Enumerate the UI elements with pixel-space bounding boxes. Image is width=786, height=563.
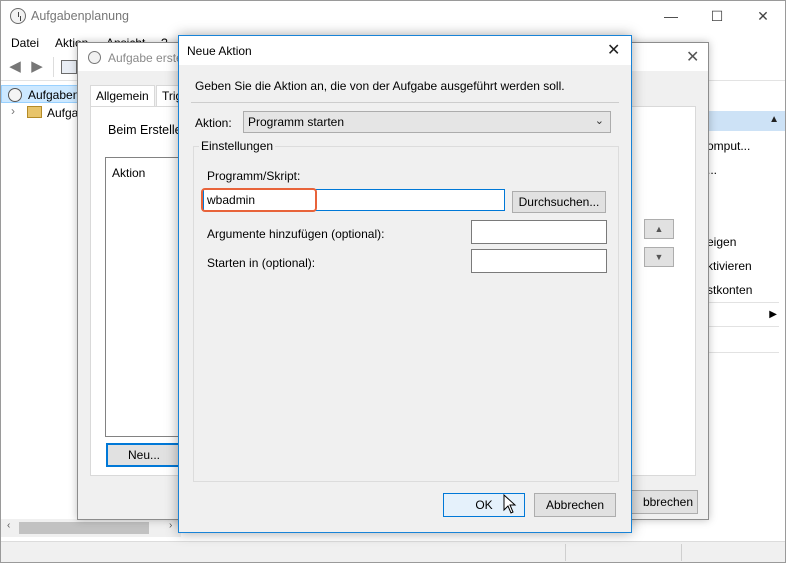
status-separator xyxy=(681,544,682,561)
clock-icon xyxy=(88,51,101,64)
status-bar xyxy=(1,541,785,562)
chevron-right-icon[interactable]: › xyxy=(11,104,15,118)
scroll-thumb[interactable] xyxy=(19,522,149,534)
actions-list-header: Aktion xyxy=(112,166,146,180)
new-action-button[interactable]: Neu... xyxy=(106,443,182,467)
console-tree-icon[interactable] xyxy=(61,60,77,74)
chevron-down-icon[interactable]: ⌄ xyxy=(595,114,604,127)
action-item[interactable]: ktivieren xyxy=(707,259,752,273)
main-title-bar: Aufgabenplanung — ☐ ✕ xyxy=(1,1,785,31)
clock-icon xyxy=(8,88,22,102)
start-in-input[interactable] xyxy=(471,249,607,273)
divider xyxy=(707,352,779,353)
create-task-tabs: Allgemein Trig xyxy=(90,85,190,107)
close-button[interactable]: ✕ xyxy=(743,5,783,27)
submenu-arrow-icon[interactable]: ▶ xyxy=(769,309,777,320)
cancel-button[interactable]: Abbrechen xyxy=(534,493,616,517)
scroll-left-icon[interactable]: ‹ xyxy=(7,520,10,531)
scroll-right-icon[interactable]: › xyxy=(169,520,172,531)
action-label: Aktion: xyxy=(195,116,232,130)
action-item[interactable]: omput... xyxy=(707,139,750,153)
new-action-title: Neue Aktion xyxy=(187,44,252,58)
divider xyxy=(191,102,619,103)
instruction-text: Geben Sie die Aktion an, die von der Auf… xyxy=(195,79,565,93)
action-select-value: Programm starten xyxy=(248,115,345,129)
horizontal-scrollbar[interactable]: ‹ › xyxy=(1,519,181,537)
program-label: Programm/Skript: xyxy=(207,169,301,183)
new-action-title-bar: Neue Aktion ✕ xyxy=(179,36,631,65)
actions-pane: ▲ omput... ... eigen ktivieren stkonten … xyxy=(707,85,785,541)
new-action-dialog: Neue Aktion ✕ Geben Sie die Aktion an, d… xyxy=(178,35,632,533)
toolbar-separator xyxy=(53,57,54,77)
forward-arrow-icon[interactable]: ▶ xyxy=(28,59,46,75)
tree-item-label: Aufga xyxy=(47,106,79,120)
close-icon[interactable]: ✕ xyxy=(607,40,620,60)
main-window-title: Aufgabenplanung xyxy=(31,9,130,23)
settings-group-label: Einstellungen xyxy=(199,139,276,153)
arguments-input[interactable] xyxy=(471,220,607,244)
maximize-button[interactable]: ☐ xyxy=(697,5,737,27)
tab-allgemein[interactable]: Allgemein xyxy=(90,85,155,107)
move-down-button[interactable]: ▼ xyxy=(644,247,674,267)
create-task-description: Beim Erstelle xyxy=(108,123,182,137)
action-item[interactable]: stkonten xyxy=(707,283,752,297)
status-separator xyxy=(565,544,566,561)
tree-item-label: Aufgaben xyxy=(28,88,80,102)
create-task-title: Aufgabe erste xyxy=(108,51,183,65)
menu-datei[interactable]: Datei xyxy=(11,36,39,50)
create-task-cancel-button[interactable]: bbrechen xyxy=(628,490,698,514)
folder-icon xyxy=(27,106,42,118)
arguments-label: Argumente hinzufügen (optional): xyxy=(207,227,385,241)
collapse-up-icon[interactable]: ▲ xyxy=(769,114,779,125)
clock-icon xyxy=(10,8,26,24)
move-up-button[interactable]: ▲ xyxy=(644,219,674,239)
browse-button[interactable]: Durchsuchen... xyxy=(512,191,606,213)
start-in-label: Starten in (optional): xyxy=(207,256,316,270)
minimize-button[interactable]: — xyxy=(651,5,691,27)
divider xyxy=(707,302,779,303)
divider xyxy=(707,326,779,327)
action-item[interactable]: eigen xyxy=(707,235,736,249)
action-select[interactable]: Programm starten ⌄ xyxy=(243,111,611,133)
back-arrow-icon[interactable]: ◀ xyxy=(6,59,24,75)
close-icon[interactable]: ✕ xyxy=(686,47,699,67)
actions-list[interactable]: Aktion xyxy=(105,157,185,437)
highlight-box xyxy=(201,188,317,212)
actions-pane-header[interactable]: ▲ xyxy=(707,111,785,131)
mouse-cursor-icon xyxy=(503,494,517,514)
